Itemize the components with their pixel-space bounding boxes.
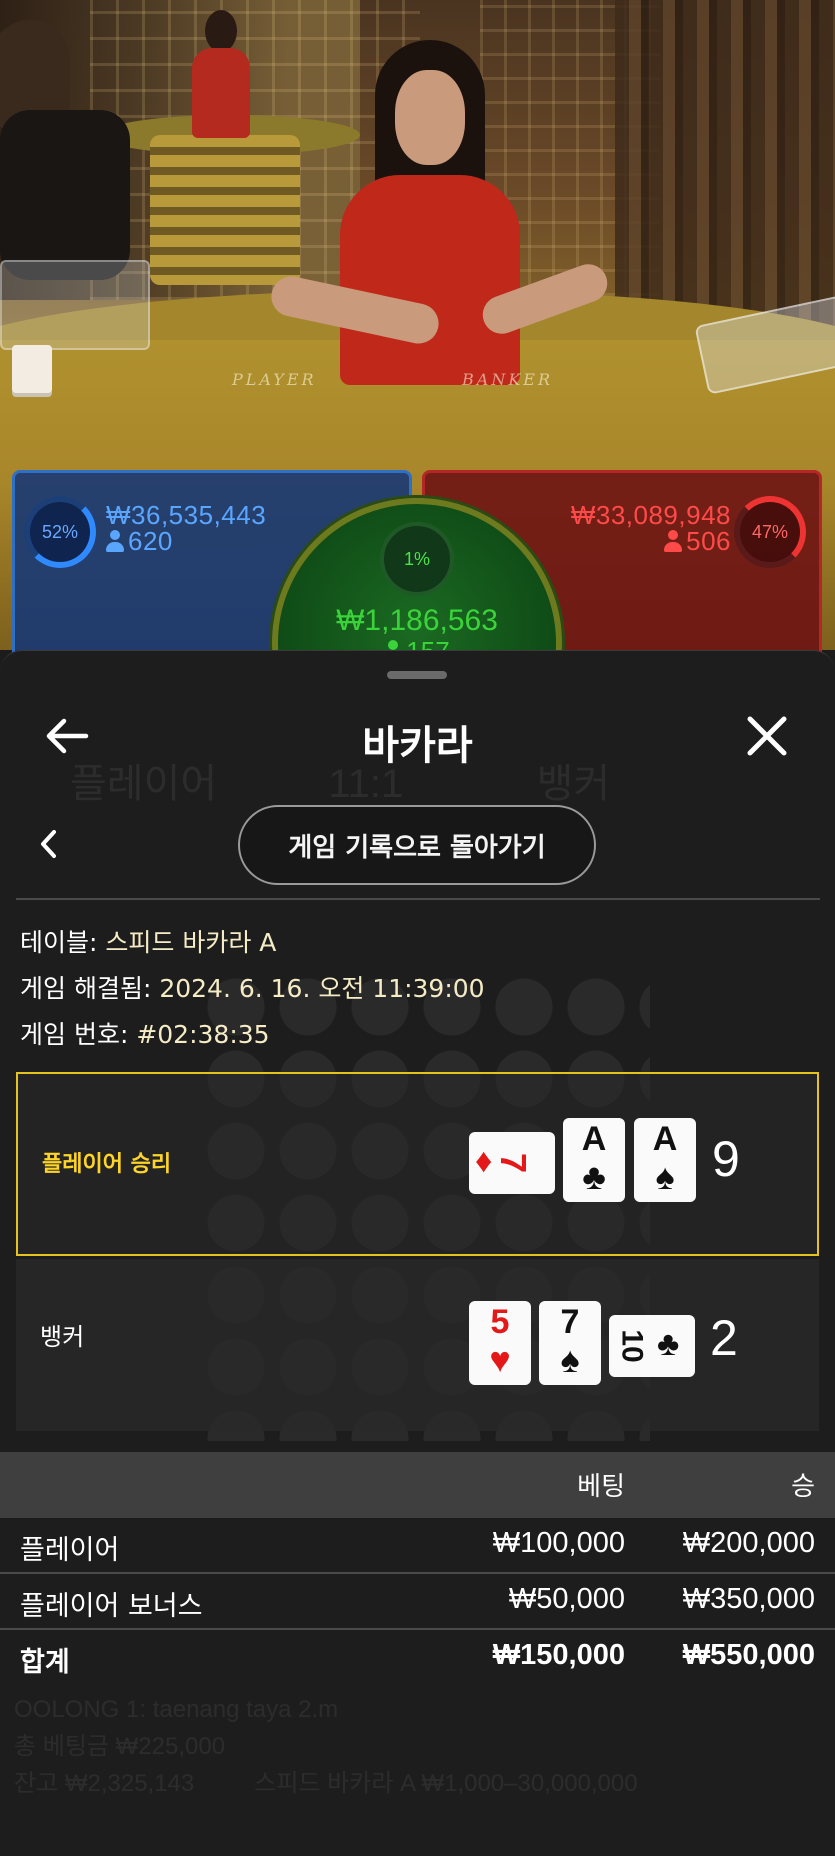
- dealer: [267, 40, 613, 385]
- tie-percent-ring: 1%: [380, 522, 454, 596]
- side-dealer: [0, 20, 130, 280]
- background-table-pedestal: [150, 135, 300, 285]
- playing-card: 7 ♠: [539, 1301, 601, 1385]
- bet-amount: ₩100,000: [492, 1527, 625, 1559]
- playing-card: A ♣: [563, 1118, 625, 1202]
- banker-result-label: 뱅커: [40, 1323, 85, 1351]
- settled-time-line: 게임 해결됨: 2024. 6. 16. 오전 11:39:00: [20, 974, 485, 1003]
- banker-score: 2: [710, 1310, 738, 1366]
- chevron-left-icon[interactable]: [34, 826, 64, 862]
- playing-card: A ♠: [634, 1118, 696, 1202]
- bets-table-header: 베팅 승: [0, 1452, 835, 1518]
- table-total-row: 합계 ₩150,000 ₩550,000: [0, 1630, 835, 1686]
- card-shoe: [0, 260, 150, 350]
- tie-total-amount: ₩1,186,563: [336, 604, 498, 637]
- background-dealer: [180, 10, 260, 138]
- playing-card: 10 ♣: [609, 1315, 695, 1377]
- table-row: 플레이어 보너스 ₩50,000 ₩350,000: [0, 1574, 835, 1630]
- back-to-history-button[interactable]: 게임 기록으로 돌아가기: [238, 805, 596, 885]
- banker-percent-ring: 47%: [734, 496, 806, 568]
- bet-amount: ₩50,000: [508, 1583, 625, 1615]
- bet-name: 플레이어 보너스: [20, 1591, 203, 1622]
- playing-card: ♦ 7: [469, 1132, 555, 1194]
- header-bet: 베팅: [577, 1472, 625, 1502]
- player-count: 620: [106, 526, 173, 557]
- player-percent-ring: 52%: [24, 496, 96, 568]
- playing-card: 5 ♥: [469, 1301, 531, 1385]
- user-icon: [664, 530, 683, 552]
- table-name-line: 테이블: 스피드 바카라 A: [20, 928, 277, 957]
- felt-label-player: PLAYER: [232, 370, 317, 389]
- total-win-amount: ₩550,000: [682, 1639, 815, 1671]
- table-row: 플레이어 ₩100,000 ₩200,000: [0, 1518, 835, 1574]
- sheet-grabber[interactable]: [387, 671, 447, 679]
- banker-result-row: 뱅커 5 ♥ 7 ♠ 10 ♣ 2: [16, 1259, 819, 1431]
- win-amount: ₩200,000: [682, 1527, 815, 1559]
- game-details-sheet: 플레이어 11:1 뱅커 바카라 게임 기록으로 돌아가기 테이블: 스피드 바…: [0, 650, 835, 1856]
- user-icon: [106, 530, 124, 552]
- player-result-row: 플레이어 승리 ♦ 7 A ♣ A ♠ 9: [16, 1072, 819, 1256]
- sheet-title: 바카라: [362, 723, 473, 769]
- banker-count: 506: [664, 526, 731, 557]
- game-number-line: 게임 번호: #02:38:35: [20, 1020, 270, 1049]
- player-result-label: 플레이어 승리: [42, 1152, 172, 1177]
- divider: [16, 898, 820, 900]
- win-amount: ₩350,000: [682, 1583, 815, 1615]
- total-bet-amount: ₩150,000: [492, 1639, 625, 1671]
- ghost-footer: OOLONG 1: taenang taya 2.m 총 베팅금 ₩225,000…: [14, 1696, 638, 1797]
- player-score: 9: [712, 1131, 740, 1187]
- header-win: 승: [791, 1472, 815, 1502]
- felt-label-banker: BANKER: [462, 370, 553, 389]
- bet-name: 플레이어: [20, 1535, 120, 1566]
- card-deck: [12, 345, 52, 393]
- total-label: 합계: [20, 1647, 70, 1678]
- close-icon[interactable]: [740, 709, 794, 763]
